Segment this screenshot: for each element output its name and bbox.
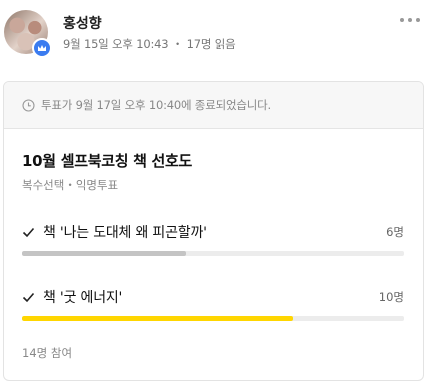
more-button[interactable]: [396, 14, 424, 26]
option-bar-fill: [22, 251, 187, 256]
clock-icon: [22, 98, 35, 112]
check-icon: [22, 227, 35, 237]
option-bar-fill: [22, 316, 294, 321]
notice-text: 투표가 9월 17일 오후 10:40에 종료되었습니다.: [41, 98, 271, 112]
poll-option[interactable]: 책 '굿 에너지' 10명: [22, 286, 404, 321]
poll-card: 투표가 9월 17일 오후 10:40에 종료되었습니다. 10월 셀프북코칭 …: [3, 81, 424, 381]
poll-title: 10월 셀프북코칭 책 선호도: [22, 152, 193, 170]
crown-badge-icon: [32, 38, 52, 58]
more-dots-icon: [400, 18, 404, 22]
option-bar-track: [22, 316, 404, 321]
post-meta: 9월 15일 오후 10:43 ・ 17명 읽음: [63, 36, 236, 52]
option-count[interactable]: 10명: [379, 289, 404, 305]
option-label: 책 '나는 도대체 왜 피곤할까': [43, 225, 207, 241]
read-count[interactable]: 17명 읽음: [187, 37, 236, 51]
participant-count[interactable]: 14명 참여: [22, 345, 72, 361]
author-name[interactable]: 홍성향: [63, 13, 102, 33]
poll-ended-notice: 투표가 9월 17일 오후 10:40에 종료되었습니다.: [4, 82, 423, 129]
option-bar-track: [22, 251, 404, 256]
meta-separator: ・: [171, 37, 184, 51]
poll-subtitle: 복수선택・익명투표: [22, 178, 119, 192]
poll-option[interactable]: 책 '나는 도대체 왜 피곤할까' 6명: [22, 221, 404, 256]
option-label: 책 '굿 에너지': [43, 290, 123, 306]
check-icon: [22, 292, 35, 302]
post-date: 9월 15일 오후 10:43: [63, 37, 169, 51]
option-count[interactable]: 6명: [386, 224, 404, 240]
